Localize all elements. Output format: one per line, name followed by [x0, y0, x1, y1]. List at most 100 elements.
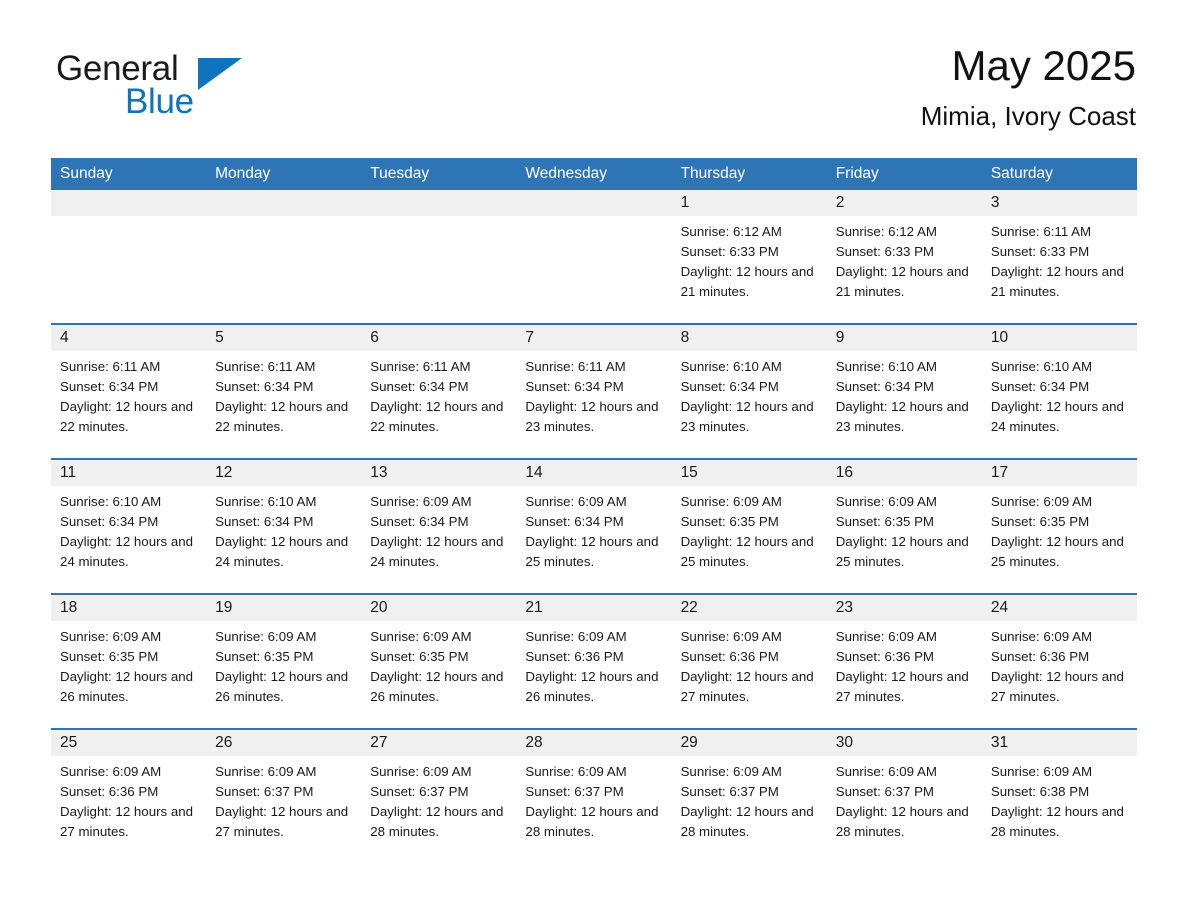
calendar-day-cell[interactable]: 17 Sunrise: 6:09 AM Sunset: 6:35 PM Dayligh…	[981, 460, 1137, 593]
sunset-text: Sunset: 6:35 PM	[680, 514, 779, 529]
logo-text-blue: Blue	[125, 82, 194, 121]
sunset-text: Sunset: 6:37 PM	[370, 784, 469, 799]
calendar-day-cell[interactable]: 16 Sunrise: 6:09 AM Sunset: 6:35 PM Dayligh…	[826, 460, 982, 593]
day-number: 23	[826, 595, 982, 621]
calendar-day-cell[interactable]: 21 Sunrise: 6:09 AM Sunset: 6:36 PM Dayligh…	[516, 595, 672, 728]
day-number: 20	[361, 595, 517, 621]
daylight-text: Daylight: 12 hours and 28 minutes.	[680, 804, 814, 839]
calendar-day-cell[interactable]: 1 Sunrise: 6:12 AM Sunset: 6:33 PM Daylight…	[671, 190, 827, 323]
calendar-day-cell[interactable]: 7 Sunrise: 6:11 AM Sunset: 6:34 PM Daylight…	[516, 325, 672, 458]
day-details: Sunrise: 6:09 AM Sunset: 6:35 PM Daylight:…	[361, 621, 516, 707]
day-details: Sunrise: 6:11 AM Sunset: 6:33 PM Daylight:…	[982, 216, 1137, 302]
day-number: 24	[981, 595, 1137, 621]
daylight-text: Daylight: 12 hours and 27 minutes.	[990, 669, 1124, 704]
calendar-day-cell[interactable]: 12 Sunrise: 6:10 AM Sunset: 6:34 PM Dayligh…	[206, 460, 362, 593]
day-details: Sunrise: 6:09 AM Sunset: 6:36 PM Daylight:…	[672, 621, 827, 707]
sunrise-text: Sunrise: 6:09 AM	[835, 629, 937, 644]
weekday-header-wednesday: Wednesday	[525, 165, 607, 182]
day-number: 11	[51, 460, 207, 486]
sunset-text: Sunset: 6:37 PM	[215, 784, 314, 799]
sunset-text: Sunset: 6:37 PM	[835, 784, 935, 799]
calendar-day-cell[interactable]: 2 Sunrise: 6:12 AM Sunset: 6:33 PM Daylight…	[826, 190, 982, 323]
calendar-day-cell[interactable]: 26 Sunrise: 6:09 AM Sunset: 6:37 PM Dayligh…	[206, 730, 362, 863]
sunrise-text: Sunrise: 6:09 AM	[525, 494, 627, 509]
sunrise-text: Sunrise: 6:12 AM	[835, 224, 937, 239]
sunrise-text: Sunrise: 6:09 AM	[370, 764, 472, 779]
day-details: Sunrise: 6:09 AM Sunset: 6:36 PM Daylight:…	[982, 621, 1137, 707]
title-block: May 2025 Mimia, Ivory Coast	[921, 40, 1136, 131]
sunset-text: Sunset: 6:34 PM	[215, 514, 314, 529]
sunset-text: Sunset: 6:36 PM	[525, 649, 624, 664]
day-details: Sunrise: 6:10 AM Sunset: 6:34 PM Daylight:…	[982, 351, 1137, 437]
calendar-day-cell[interactable]: 18 Sunrise: 6:09 AM Sunset: 6:35 PM Dayligh…	[51, 595, 207, 728]
calendar-day-cell[interactable]: 27 Sunrise: 6:09 AM Sunset: 6:37 PM Dayligh…	[361, 730, 517, 863]
page-header: General Blue May 2025 Mimia, Ivory Coast	[52, 40, 1136, 150]
calendar-day-cell[interactable]: 11 Sunrise: 6:10 AM Sunset: 6:34 PM Dayligh…	[51, 460, 207, 593]
calendar-day-cell[interactable]: 23 Sunrise: 6:09 AM Sunset: 6:36 PM Dayligh…	[826, 595, 982, 728]
sunrise-text: Sunrise: 6:09 AM	[990, 494, 1093, 509]
day-number: 8	[671, 325, 827, 351]
daylight-text: Daylight: 12 hours and 24 minutes.	[60, 534, 194, 569]
day-details: Sunrise: 6:09 AM Sunset: 6:37 PM Daylight:…	[361, 756, 516, 842]
day-number: 30	[826, 730, 982, 756]
sunset-text: Sunset: 6:36 PM	[680, 649, 779, 664]
day-details: Sunrise: 6:12 AM Sunset: 6:33 PM Daylight:…	[672, 216, 827, 302]
calendar-day-cell[interactable]: 8 Sunrise: 6:10 AM Sunset: 6:34 PM Daylight…	[671, 325, 827, 458]
calendar-day-cell[interactable]: 20 Sunrise: 6:09 AM Sunset: 6:35 PM Dayligh…	[361, 595, 517, 728]
sunset-text: Sunset: 6:33 PM	[990, 244, 1090, 259]
calendar-day-cell[interactable]: 19 Sunrise: 6:09 AM Sunset: 6:35 PM Dayligh…	[206, 595, 362, 728]
sunrise-text: Sunrise: 6:09 AM	[835, 764, 937, 779]
calendar-day-cell[interactable]: 14 Sunrise: 6:09 AM Sunset: 6:34 PM Dayligh…	[516, 460, 672, 593]
calendar-day-cell[interactable]: 29 Sunrise: 6:09 AM Sunset: 6:37 PM Dayligh…	[671, 730, 827, 863]
sunrise-text: Sunrise: 6:09 AM	[525, 764, 627, 779]
calendar-day-cell[interactable]: 5 Sunrise: 6:11 AM Sunset: 6:34 PM Daylight…	[206, 325, 362, 458]
sunset-text: Sunset: 6:34 PM	[60, 379, 159, 394]
calendar-day-cell-empty	[51, 190, 207, 323]
calendar-day-cell[interactable]: 22 Sunrise: 6:09 AM Sunset: 6:36 PM Dayligh…	[671, 595, 827, 728]
sunset-text: Sunset: 6:34 PM	[370, 514, 469, 529]
day-details: Sunrise: 6:11 AM Sunset: 6:34 PM Daylight:…	[206, 351, 361, 437]
daylight-text: Daylight: 12 hours and 26 minutes.	[370, 669, 504, 704]
day-details: Sunrise: 6:10 AM Sunset: 6:34 PM Daylight:…	[672, 351, 827, 437]
calendar-day-cell[interactable]: 9 Sunrise: 6:10 AM Sunset: 6:34 PM Daylight…	[826, 325, 982, 458]
calendar-grid: Sunday Monday Tuesday Wednesday Thursday…	[51, 158, 1137, 863]
calendar-day-cell[interactable]: 10 Sunrise: 6:10 AM Sunset: 6:34 PM Dayligh…	[981, 325, 1137, 458]
calendar-day-cell[interactable]: 28 Sunrise: 6:09 AM Sunset: 6:37 PM Dayligh…	[516, 730, 672, 863]
day-number: 29	[671, 730, 827, 756]
day-details: Sunrise: 6:10 AM Sunset: 6:34 PM Daylight:…	[206, 486, 361, 572]
calendar-day-cell[interactable]: 25 Sunrise: 6:09 AM Sunset: 6:36 PM Dayligh…	[51, 730, 207, 863]
daylight-text: Daylight: 12 hours and 25 minutes.	[680, 534, 814, 569]
weekday-header-sunday: Sunday	[60, 165, 113, 182]
day-number: 7	[516, 325, 672, 351]
day-number: 1	[671, 190, 827, 216]
sunset-text: Sunset: 6:33 PM	[835, 244, 935, 259]
calendar-day-cell[interactable]: 6 Sunrise: 6:11 AM Sunset: 6:34 PM Daylight…	[361, 325, 517, 458]
sunrise-text: Sunrise: 6:09 AM	[60, 629, 162, 644]
calendar-day-cell[interactable]: 30 Sunrise: 6:09 AM Sunset: 6:37 PM Dayligh…	[826, 730, 982, 863]
daylight-text: Daylight: 12 hours and 22 minutes.	[215, 399, 349, 434]
day-details: Sunrise: 6:09 AM Sunset: 6:37 PM Daylight:…	[516, 756, 671, 842]
calendar-day-cell[interactable]: 15 Sunrise: 6:09 AM Sunset: 6:35 PM Dayligh…	[671, 460, 827, 593]
calendar-day-cell[interactable]: 24 Sunrise: 6:09 AM Sunset: 6:36 PM Dayligh…	[981, 595, 1137, 728]
sunrise-text: Sunrise: 6:09 AM	[370, 629, 472, 644]
sunrise-text: Sunrise: 6:11 AM	[60, 359, 161, 374]
calendar-week-row: 4 Sunrise: 6:11 AM Sunset: 6:34 PM Daylight…	[51, 323, 1137, 458]
day-details: Sunrise: 6:11 AM Sunset: 6:34 PM Daylight:…	[51, 351, 206, 437]
calendar-day-cell[interactable]: 4 Sunrise: 6:11 AM Sunset: 6:34 PM Daylight…	[51, 325, 207, 458]
day-number: 19	[206, 595, 362, 621]
calendar-day-cell[interactable]: 31 Sunrise: 6:09 AM Sunset: 6:38 PM Dayligh…	[981, 730, 1137, 863]
daylight-text: Daylight: 12 hours and 23 minutes.	[835, 399, 969, 434]
day-number: 12	[206, 460, 362, 486]
day-number: 6	[361, 325, 517, 351]
weekday-header-friday: Friday	[835, 165, 879, 182]
day-number: 25	[51, 730, 207, 756]
sunrise-text: Sunrise: 6:10 AM	[215, 494, 317, 509]
daylight-text: Daylight: 12 hours and 28 minutes.	[835, 804, 969, 839]
sunrise-text: Sunrise: 6:10 AM	[990, 359, 1093, 374]
calendar-day-cell[interactable]: 13 Sunrise: 6:09 AM Sunset: 6:34 PM Dayligh…	[361, 460, 517, 593]
sunset-text: Sunset: 6:34 PM	[215, 379, 314, 394]
generalblue-logo[interactable]: General Blue	[52, 50, 252, 130]
day-details: Sunrise: 6:10 AM Sunset: 6:34 PM Daylight:…	[827, 351, 982, 437]
daylight-text: Daylight: 12 hours and 23 minutes.	[680, 399, 814, 434]
calendar-day-cell[interactable]: 3 Sunrise: 6:11 AM Sunset: 6:33 PM Daylight…	[981, 190, 1137, 323]
